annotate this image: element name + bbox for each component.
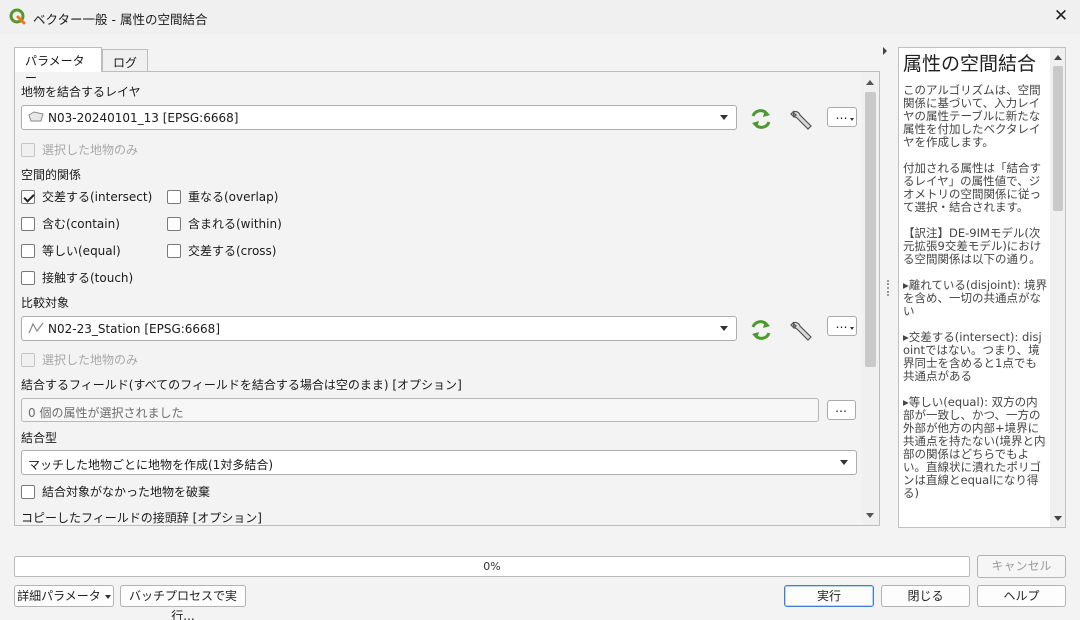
help-panel: 属性の空間結合 このアルゴリズムは、空間関係に基づいて、入力レイヤの属性テーブル… <box>898 47 1066 528</box>
parameters-panel: 地物を結合するレイヤ N03-20240101_13 [EPSG:6668] …… <box>14 71 880 526</box>
checkbox-label: 含まれる(within) <box>188 217 282 231</box>
checkbox-box <box>21 143 35 157</box>
predicate-cross-checkbox[interactable]: 交差する(cross) <box>167 243 276 261</box>
progress-bar: 0% <box>14 556 970 577</box>
splitter-handle[interactable] <box>887 280 889 296</box>
help-paragraph: ▸等しい(equal): 双方の内部が一致し、かつ、一方の外部が他方の内部+境界… <box>903 395 1046 500</box>
join-layer-value: N03-20240101_13 [EPSG:6668] <box>48 111 239 125</box>
advanced-parameters-label: 詳細パラメータ <box>17 589 101 603</box>
checkbox-label: 重なる(overlap) <box>188 190 279 204</box>
chevron-down-icon <box>850 118 854 121</box>
help-paragraph: ▸離れている(disjoint): 境界を含め、一切の共通点がない <box>903 278 1048 318</box>
compare-layer-label: 比較対象 <box>21 296 70 310</box>
refresh-icon <box>751 109 771 129</box>
join-layer-more-button[interactable]: … <box>827 107 857 127</box>
collapse-help-icon[interactable] <box>883 47 887 55</box>
qgis-logo-icon <box>9 8 26 25</box>
predicate-overlap-checkbox[interactable]: 重なる(overlap) <box>167 189 278 207</box>
checkbox-label: 接触する(touch) <box>42 271 134 285</box>
help-paragraph: ▸交差する(intersect): disjointではない。つまり、境界同士を… <box>903 330 1042 383</box>
scrollbar-thumb[interactable] <box>1053 66 1063 211</box>
compare-layer-more-button[interactable]: … <box>827 316 857 336</box>
predicate-touch-checkbox[interactable]: 接触する(touch) <box>21 270 133 288</box>
refresh-icon <box>751 320 771 340</box>
join-fields-label: 結合するフィールド(すべてのフィールドを結合する場合は空のまま) [オプション] <box>21 378 462 392</box>
checkbox-box <box>167 190 181 204</box>
more-icon: … <box>835 401 848 415</box>
join-type-label: 結合型 <box>21 431 58 445</box>
close-button[interactable]: 閉じる <box>881 585 970 607</box>
checkbox-box <box>21 244 35 258</box>
chevron-down-icon <box>104 594 111 599</box>
chevron-down-icon <box>840 460 848 465</box>
checkbox-box <box>21 190 35 204</box>
scroll-down-icon[interactable] <box>1054 516 1062 521</box>
advanced-options-button[interactable] <box>788 107 814 131</box>
parameters-scrollbar[interactable] <box>862 72 879 525</box>
wrench-icon <box>790 321 812 341</box>
checkbox-label: 選択した地物のみ <box>42 353 139 367</box>
more-icon: … <box>835 317 849 331</box>
checkbox-label: 交差する(cross) <box>188 244 277 258</box>
run-button[interactable]: 実行 <box>784 585 874 607</box>
help-scrollbar[interactable] <box>1050 48 1065 527</box>
join-selected-only-checkbox[interactable]: 選択した地物のみ <box>21 142 138 160</box>
join-fields-input[interactable]: 0 個の属性が選択されました <box>21 398 819 422</box>
predicate-intersect-checkbox[interactable]: 交差する(intersect) <box>21 189 152 207</box>
advanced-parameters-button[interactable]: 詳細パラメータ <box>14 585 114 607</box>
compare-layer-value: N02-23_Station [EPSG:6668] <box>48 322 221 336</box>
advanced-options-button[interactable] <box>788 318 814 342</box>
join-fields-select-button[interactable]: … <box>827 400 856 420</box>
checkbox-box <box>21 353 35 367</box>
title-bar: ベクター一般 - 属性の空間結合 ✕ <box>0 0 1080 34</box>
tab-log[interactable]: ログ <box>102 49 148 72</box>
wrench-icon <box>790 110 812 130</box>
checkbox-label: 含む(contain) <box>42 217 120 231</box>
iterate-features-button[interactable] <box>748 318 774 342</box>
scroll-up-icon[interactable] <box>866 80 874 85</box>
help-title: 属性の空間結合 <box>903 53 1037 75</box>
scrollbar-thumb[interactable] <box>865 92 876 367</box>
help-paragraph: このアルゴリズムは、空間関係に基づいて、入力レイヤの属性テーブルに新たな属性を付… <box>903 83 1041 149</box>
polygon-layer-icon <box>28 111 44 126</box>
chevron-down-icon <box>850 327 854 330</box>
join-layer-combobox[interactable]: N03-20240101_13 [EPSG:6668] <box>21 105 737 130</box>
compare-layer-combobox[interactable]: N02-23_Station [EPSG:6668] <box>21 316 737 341</box>
join-type-value: マッチした地物ごとに地物を作成(1対多結合) <box>28 458 273 472</box>
checkbox-box <box>21 485 35 499</box>
tab-parameters[interactable]: パラメーター <box>14 47 102 85</box>
cancel-button[interactable]: キャンセル <box>977 555 1066 578</box>
scroll-down-icon[interactable] <box>866 513 874 518</box>
scroll-up-icon[interactable] <box>1054 55 1062 60</box>
checkbox-label: 等しい(equal) <box>42 244 121 258</box>
help-button[interactable]: ヘルプ <box>977 585 1066 607</box>
compare-selected-only-checkbox[interactable]: 選択した地物のみ <box>21 352 138 370</box>
discard-nonmatching-checkbox[interactable]: 結合対象がなかった地物を破棄 <box>21 484 210 502</box>
checkbox-box <box>167 244 181 258</box>
predicate-equal-checkbox[interactable]: 等しい(equal) <box>21 243 121 261</box>
more-icon: … <box>835 108 849 122</box>
checkbox-box <box>21 271 35 285</box>
checkbox-label: 選択した地物のみ <box>42 143 139 157</box>
checkbox-box <box>21 217 35 231</box>
batch-process-button[interactable]: バッチプロセスで実行... <box>120 585 246 620</box>
checkbox-label: 結合対象がなかった地物を破棄 <box>42 485 211 499</box>
help-content: 属性の空間結合 このアルゴリズムは、空間関係に基づいて、入力レイヤの属性テーブル… <box>903 52 1048 513</box>
window-title: ベクター一般 - 属性の空間結合 <box>33 12 208 27</box>
predicate-within-checkbox[interactable]: 含まれる(within) <box>167 216 282 234</box>
join-type-combobox[interactable]: マッチした地物ごとに地物を作成(1対多結合) <box>21 450 857 475</box>
field-prefix-label: コピーしたフィールドの接頭辞 [オプション] <box>21 511 262 525</box>
help-paragraph: 【訳注】DE-9IMモデル(次元拡張9交差モデル)における空間関係は以下の通り。 <box>903 226 1042 266</box>
checkbox-box <box>167 217 181 231</box>
chevron-down-icon <box>720 326 728 331</box>
line-layer-icon <box>28 322 44 337</box>
checkbox-label: 交差する(intersect) <box>42 190 153 204</box>
predicate-contain-checkbox[interactable]: 含む(contain) <box>21 216 120 234</box>
spatial-relation-label: 空間的関係 <box>21 168 82 182</box>
chevron-down-icon <box>720 115 728 120</box>
close-window-button[interactable]: ✕ <box>1048 6 1074 28</box>
help-paragraph: 付加される属性は「結合するレイヤ」の属性値で、ジオメトリの空間関係に従って選択・… <box>903 161 1041 214</box>
join-layer-label: 地物を結合するレイヤ <box>21 85 141 99</box>
iterate-features-button[interactable] <box>748 107 774 131</box>
